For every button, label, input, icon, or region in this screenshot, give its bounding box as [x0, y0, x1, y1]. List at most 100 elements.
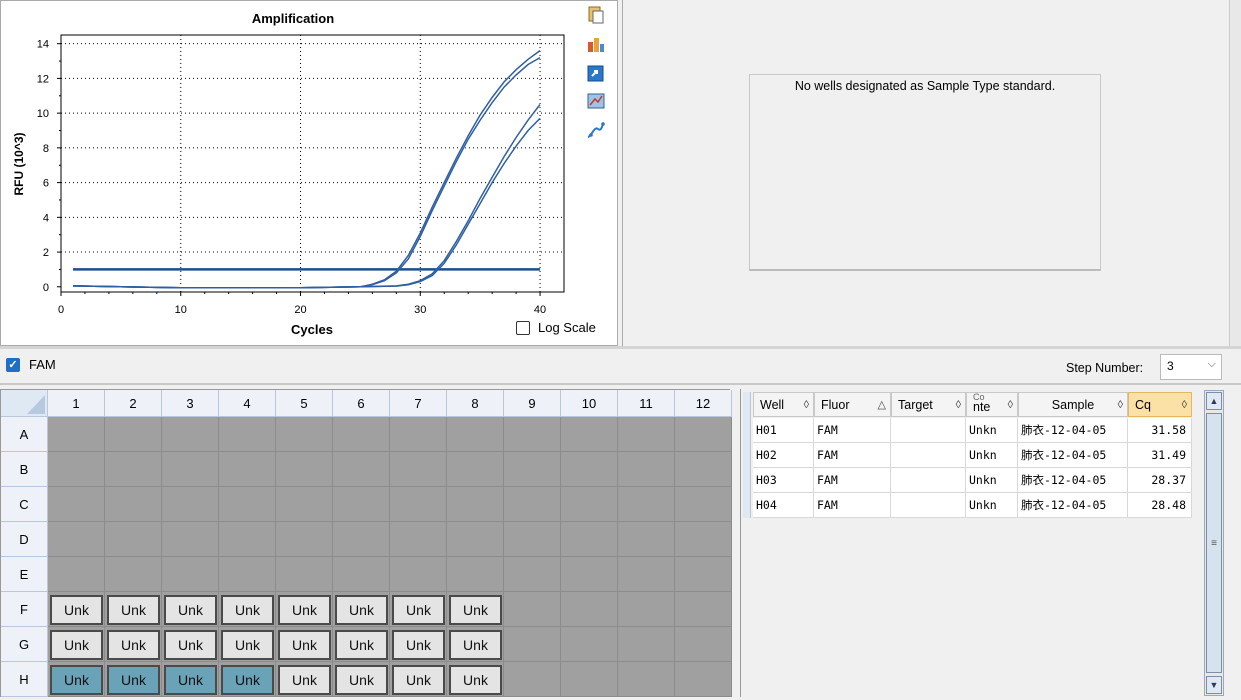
- plate-column-header[interactable]: 8: [447, 390, 504, 417]
- col-header-sample[interactable]: Sample ◊: [1018, 392, 1128, 417]
- table-cell-fluor[interactable]: FAM: [814, 468, 891, 493]
- print-chart-icon[interactable]: [586, 91, 606, 111]
- table-scrollbar[interactable]: ▲ ≡ ▼: [1204, 390, 1224, 696]
- col-header-target[interactable]: Target ◊: [891, 392, 966, 417]
- table-cell-content[interactable]: Unkn: [966, 493, 1018, 518]
- plate-well[interactable]: [675, 592, 732, 627]
- plate-well[interactable]: [618, 557, 675, 592]
- table-cell-sample[interactable]: 肺衣-12-04-05: [1018, 418, 1128, 443]
- plate-well[interactable]: [561, 662, 618, 697]
- copy-icon[interactable]: [586, 5, 606, 25]
- table-cell-sample[interactable]: 肺衣-12-04-05: [1018, 468, 1128, 493]
- plate-column-header[interactable]: 1: [48, 390, 105, 417]
- well-unk-F6[interactable]: Unk: [335, 595, 388, 625]
- plate-row-header[interactable]: A: [1, 417, 48, 452]
- table-cell-target[interactable]: [891, 468, 966, 493]
- plate-well[interactable]: [333, 487, 390, 522]
- plate-well[interactable]: [675, 417, 732, 452]
- plate-well[interactable]: [561, 522, 618, 557]
- well-unk-H6[interactable]: Unk: [335, 665, 388, 695]
- plate-well[interactable]: [48, 557, 105, 592]
- col-header-cq[interactable]: Cq ◊: [1128, 392, 1192, 417]
- plate-column-header[interactable]: 11: [618, 390, 675, 417]
- plate-row-header[interactable]: B: [1, 452, 48, 487]
- well-unk-F2[interactable]: Unk: [107, 595, 160, 625]
- table-cell-target[interactable]: [891, 443, 966, 468]
- plate-well[interactable]: [48, 487, 105, 522]
- plate-well[interactable]: [504, 627, 561, 662]
- well-unk-F1[interactable]: Unk: [50, 595, 103, 625]
- plate-well[interactable]: [675, 662, 732, 697]
- plate-well[interactable]: [618, 592, 675, 627]
- plate-well[interactable]: [219, 522, 276, 557]
- table-cell-target[interactable]: [891, 418, 966, 443]
- well-unk-G5[interactable]: Unk: [278, 630, 331, 660]
- plate-well[interactable]: [276, 417, 333, 452]
- plate-well[interactable]: [447, 557, 504, 592]
- table-cell-well[interactable]: H03: [753, 468, 814, 493]
- table-cell-content[interactable]: Unkn: [966, 443, 1018, 468]
- table-cell-sample[interactable]: 肺衣-12-04-05: [1018, 443, 1128, 468]
- plate-well[interactable]: [276, 522, 333, 557]
- table-cell-cq[interactable]: 31.49: [1128, 443, 1192, 468]
- plate-well[interactable]: [447, 452, 504, 487]
- plate-well[interactable]: [333, 452, 390, 487]
- plate-select-all[interactable]: [1, 390, 48, 417]
- plate-well[interactable]: [105, 557, 162, 592]
- table-cell-sample[interactable]: 肺衣-12-04-05: [1018, 493, 1128, 518]
- plate-well[interactable]: [618, 522, 675, 557]
- plate-well[interactable]: [390, 522, 447, 557]
- table-cell-well[interactable]: H01: [753, 418, 814, 443]
- table-cell-content[interactable]: Unkn: [966, 468, 1018, 493]
- plate-column-header[interactable]: 7: [390, 390, 447, 417]
- well-unk-G6[interactable]: Unk: [335, 630, 388, 660]
- plate-well[interactable]: [162, 522, 219, 557]
- plate-well[interactable]: [561, 452, 618, 487]
- well-unk-G4[interactable]: Unk: [221, 630, 274, 660]
- plate-well[interactable]: [219, 557, 276, 592]
- plate-well[interactable]: [675, 487, 732, 522]
- well-unk-F5[interactable]: Unk: [278, 595, 331, 625]
- plate-well[interactable]: [447, 522, 504, 557]
- well-unk-H8[interactable]: Unk: [449, 665, 502, 695]
- plate-well[interactable]: [219, 417, 276, 452]
- plate-well[interactable]: [561, 487, 618, 522]
- well-unk-F7[interactable]: Unk: [392, 595, 445, 625]
- plate-well[interactable]: [504, 592, 561, 627]
- plate-well[interactable]: [390, 487, 447, 522]
- plate-column-header[interactable]: 4: [219, 390, 276, 417]
- plate-well[interactable]: [675, 557, 732, 592]
- well-unk-G3[interactable]: Unk: [164, 630, 217, 660]
- plate-well[interactable]: [561, 627, 618, 662]
- plate-well[interactable]: [561, 417, 618, 452]
- export-icon[interactable]: [586, 63, 606, 83]
- col-header-well[interactable]: Well ◊: [753, 392, 814, 417]
- plate-row-header[interactable]: D: [1, 522, 48, 557]
- plate-well[interactable]: [561, 557, 618, 592]
- plate-row-header[interactable]: C: [1, 487, 48, 522]
- plate-well[interactable]: [333, 417, 390, 452]
- plate-well[interactable]: [48, 452, 105, 487]
- plate-well[interactable]: [276, 452, 333, 487]
- plate-well[interactable]: [504, 662, 561, 697]
- plate-well[interactable]: [48, 522, 105, 557]
- table-cell-fluor[interactable]: FAM: [814, 418, 891, 443]
- step-number-select[interactable]: 3 ⌵: [1160, 354, 1222, 380]
- plate-well[interactable]: [618, 662, 675, 697]
- table-cell-cq[interactable]: 28.48: [1128, 493, 1192, 518]
- plate-well[interactable]: [162, 557, 219, 592]
- well-unk-H5[interactable]: Unk: [278, 665, 331, 695]
- plate-well[interactable]: [618, 417, 675, 452]
- plate-column-header[interactable]: 2: [105, 390, 162, 417]
- well-unk-G1[interactable]: Unk: [50, 630, 103, 660]
- table-cell-cq[interactable]: 28.37: [1128, 468, 1192, 493]
- plate-well[interactable]: [618, 487, 675, 522]
- plate-well[interactable]: [675, 522, 732, 557]
- plate-well[interactable]: [390, 452, 447, 487]
- well-unk-H1[interactable]: Unk: [50, 665, 103, 695]
- plate-well[interactable]: [276, 487, 333, 522]
- plate-column-header[interactable]: 12: [675, 390, 732, 417]
- well-unk-G7[interactable]: Unk: [392, 630, 445, 660]
- scroll-up-icon[interactable]: ▲: [1206, 392, 1222, 410]
- table-cell-content[interactable]: Unkn: [966, 418, 1018, 443]
